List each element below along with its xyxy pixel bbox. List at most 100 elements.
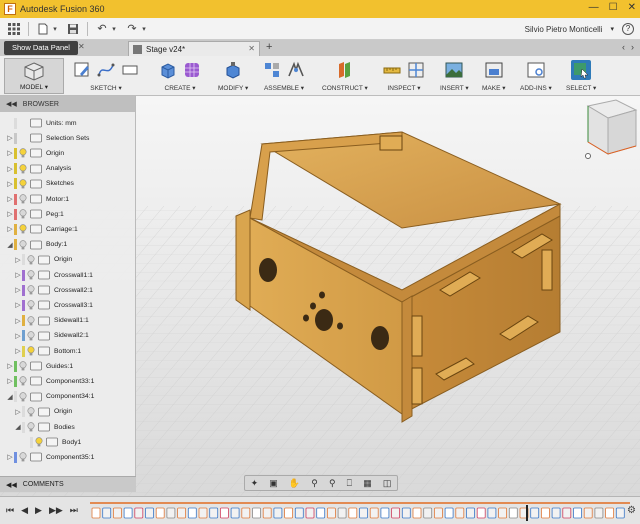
browser-tree-item[interactable]: ▷ Crosswall1:1 — [14, 268, 93, 282]
chevron-right-icon[interactable]: ▷ — [14, 271, 22, 279]
fit-icon[interactable]: ⚲ — [329, 478, 336, 489]
measure-icon[interactable] — [382, 60, 402, 80]
pan-icon[interactable]: ✋ — [289, 478, 300, 489]
browser-tree-item[interactable]: Units: mm — [6, 116, 77, 130]
rectangle-icon[interactable] — [120, 60, 140, 80]
minimize-icon[interactable]: — — [589, 2, 599, 13]
visibility-bulb-icon[interactable] — [27, 331, 35, 341]
assemble-group[interactable]: ASSEMBLE ▾ — [262, 58, 306, 94]
create-group[interactable]: CREATE ▾ — [158, 58, 202, 94]
select-group[interactable]: SELECT ▾ — [566, 58, 596, 94]
section-analysis-icon[interactable] — [406, 60, 426, 80]
timeline-feature[interactable] — [337, 507, 347, 519]
visibility-bulb-icon[interactable] — [19, 194, 27, 204]
save-icon[interactable] — [65, 21, 81, 37]
visibility-bulb-icon[interactable] — [19, 452, 27, 462]
new-component-icon[interactable] — [262, 60, 282, 80]
timeline-feature[interactable] — [326, 507, 336, 519]
redo-icon[interactable]: ↷ — [124, 21, 140, 37]
chevron-right-icon[interactable]: ▷ — [6, 210, 14, 218]
browser-tree-item[interactable]: ▷ Bottom:1 — [14, 344, 81, 358]
timeline-feature[interactable] — [423, 507, 433, 519]
joint-icon[interactable] — [286, 60, 306, 80]
visibility-bulb-icon[interactable] — [35, 437, 43, 447]
workspace-switcher[interactable]: MODEL ▾ — [4, 58, 64, 94]
select-icon[interactable] — [571, 60, 592, 80]
timeline-feature[interactable] — [401, 507, 411, 519]
chevron-right-icon[interactable]: ▷ — [6, 453, 14, 461]
press-pull-icon[interactable] — [223, 60, 243, 80]
maximize-icon[interactable]: ☐ — [609, 2, 618, 13]
chevron-down-icon[interactable]: ▾ — [610, 25, 614, 33]
timeline-track[interactable] — [90, 502, 630, 522]
timeline-feature[interactable] — [444, 507, 454, 519]
timeline-marker[interactable] — [526, 505, 528, 521]
timeline-feature[interactable] — [209, 507, 219, 519]
show-data-panel-button[interactable]: Show Data Panel — [4, 41, 78, 55]
comments-panel[interactable]: ◀◀ COMMENTS — [0, 476, 136, 492]
browser-tree-item[interactable]: ▷ Sidewall1:1 — [14, 314, 89, 328]
timeline-feature[interactable] — [230, 507, 240, 519]
construct-group[interactable]: CONSTRUCT ▾ — [322, 58, 368, 94]
browser-tree-item[interactable]: ▷ Analysis — [6, 162, 71, 176]
timeline-feature[interactable] — [498, 507, 508, 519]
browser-tree-item[interactable]: ▷ Crosswall3:1 — [14, 298, 93, 312]
visibility-bulb-icon[interactable] — [27, 270, 35, 280]
browser-tree-item[interactable]: ▷ Motor:1 — [6, 192, 69, 206]
timeline-feature[interactable] — [134, 507, 144, 519]
timeline-feature[interactable] — [294, 507, 304, 519]
look-at-icon[interactable]: ▣ — [269, 478, 278, 489]
timeline-feature[interactable] — [241, 507, 251, 519]
timeline-feature[interactable] — [112, 507, 122, 519]
add-ins-group[interactable]: ADD-INS ▾ — [520, 58, 552, 94]
timeline-feature[interactable] — [583, 507, 593, 519]
insert-image-icon[interactable] — [444, 60, 464, 80]
close-icon[interactable]: ✕ — [628, 2, 636, 13]
browser-tree-item[interactable]: Body1 — [22, 435, 81, 449]
browser-tree-item[interactable]: ▷ Sketches — [6, 177, 74, 191]
timeline-feature[interactable] — [551, 507, 561, 519]
chevron-right-icon[interactable]: ▷ — [14, 256, 22, 264]
visibility-bulb-icon[interactable] — [27, 346, 35, 356]
visibility-bulb-icon[interactable] — [19, 148, 27, 158]
chevron-left-icon[interactable]: ‹ — [622, 42, 625, 52]
timeline-feature[interactable] — [615, 507, 625, 519]
browser-tree-item[interactable]: ▷ Selection Sets — [6, 131, 89, 145]
chevron-right-icon[interactable]: ▷ — [6, 134, 14, 142]
tab-document[interactable]: Stage v24* ✕ — [128, 41, 260, 56]
chevron-down-icon[interactable]: ◢ — [6, 393, 14, 401]
browser-header[interactable]: ◀◀ BROWSER — [0, 96, 135, 112]
gear-icon[interactable]: ⚙ — [627, 505, 636, 516]
chevron-down-icon[interactable]: ◢ — [6, 241, 14, 249]
visibility-bulb-icon[interactable] — [19, 209, 27, 219]
chevron-right-icon[interactable]: ▷ — [6, 149, 14, 157]
timeline-feature[interactable] — [177, 507, 186, 519]
browser-tree-item[interactable]: ▷ Component33:1 — [6, 374, 94, 388]
spline-icon[interactable] — [96, 60, 116, 80]
visibility-bulb-icon[interactable] — [19, 224, 27, 234]
chevron-right-icon[interactable]: ▷ — [14, 332, 22, 340]
user-name[interactable]: Silvio Pietro Monticelli — [525, 25, 603, 34]
browser-tree-item[interactable]: ▷ Origin — [14, 405, 72, 419]
step-forward-icon[interactable]: ▶▶ — [49, 505, 63, 516]
timeline-feature[interactable] — [166, 507, 176, 519]
visibility-bulb-icon[interactable] — [19, 376, 27, 386]
chevron-right-icon[interactable]: ▷ — [14, 408, 22, 416]
timeline-feature[interactable] — [487, 507, 497, 519]
chevron-right-icon[interactable]: ▷ — [6, 377, 14, 385]
timeline-feature[interactable] — [219, 507, 229, 519]
visibility-bulb-icon[interactable] — [27, 315, 35, 326]
browser-tree-item[interactable]: ▷ Origin — [6, 146, 64, 160]
close-icon[interactable]: ✕ — [78, 42, 85, 51]
browser-tree-item[interactable]: ▷ Carriage:1 — [6, 222, 78, 236]
browser-tree-item[interactable]: ▷ Crosswall2:1 — [14, 283, 93, 297]
timeline-feature[interactable] — [155, 507, 165, 519]
timeline-feature[interactable] — [316, 507, 326, 519]
make-group[interactable]: MAKE ▾ — [482, 58, 506, 94]
close-icon[interactable]: ✕ — [248, 44, 255, 53]
viewports-icon[interactable]: ◫ — [383, 478, 392, 489]
timeline-feature[interactable] — [273, 507, 283, 519]
chevron-down-icon[interactable]: ▾ — [140, 21, 148, 37]
visibility-bulb-icon[interactable] — [19, 163, 27, 174]
timeline-feature[interactable] — [605, 507, 614, 519]
